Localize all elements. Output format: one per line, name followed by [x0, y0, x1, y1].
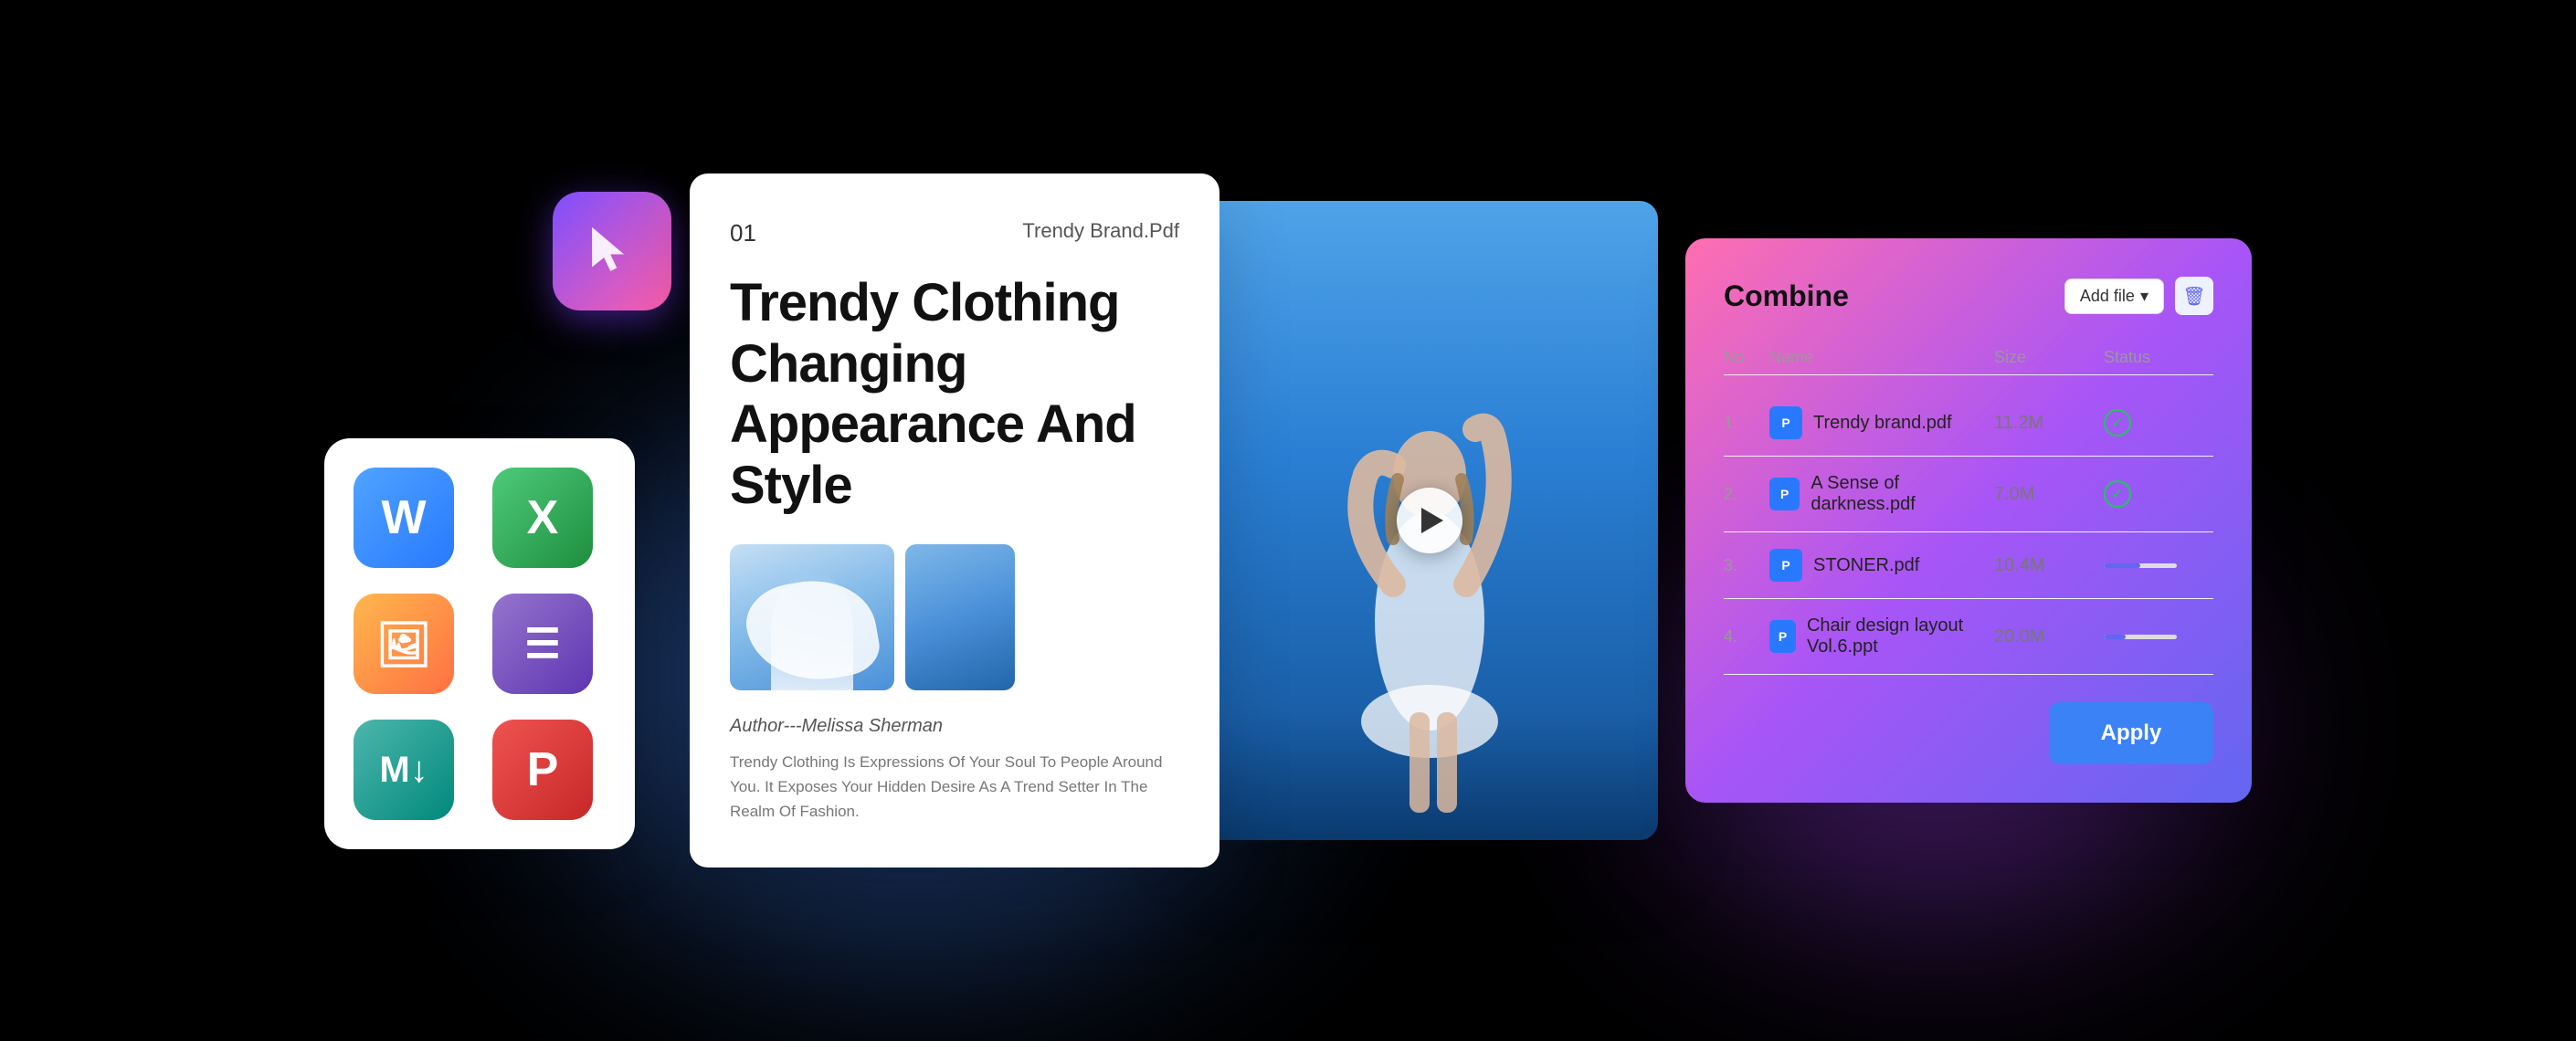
col-name: Name — [1769, 348, 1994, 367]
app-icon-excel[interactable]: X — [492, 468, 593, 568]
status-progress-3 — [2104, 563, 2177, 568]
status-progress-4 — [2104, 635, 2177, 639]
file-name-1: Trendy brand.pdf — [1813, 413, 1952, 434]
doc-header: 01 Trendy Brand.Pdf — [730, 219, 1179, 247]
document-panel: 01 Trendy Brand.Pdf Trendy Clothing Chan… — [690, 174, 1219, 868]
doc-title: Trendy Clothing Changing Appearance And … — [730, 273, 1179, 517]
doc-image-2 — [905, 544, 1015, 690]
chevron-down-icon: ▾ — [2140, 287, 2148, 306]
file-icon-2: P — [1769, 478, 1800, 510]
combine-header: Combine Add file ▾ 🗑 — [1724, 277, 2213, 315]
left-panel: W X 🖼 ☰ M↓ P — [324, 192, 708, 849]
woman-silhouette — [1274, 329, 1585, 840]
app-logo[interactable] — [553, 192, 671, 310]
table-row: 2. P A Sense of darkness.pdf 7.0M ✓ — [1724, 457, 2213, 532]
table-row: 3. P STONER.pdf 10.4M — [1724, 532, 2213, 599]
doc-images — [730, 544, 1179, 690]
file-name-3: STONER.pdf — [1813, 555, 1919, 576]
scene: W X 🖼 ☰ M↓ P 01 Trendy Brand.Pdf Trend — [100, 110, 2476, 931]
file-size-3: 10.4M — [1994, 555, 2104, 576]
combine-title: Combine — [1724, 279, 1849, 313]
file-icon-1: P — [1769, 406, 1802, 439]
file-icon-4: P — [1769, 620, 1796, 653]
table-header: No. Name Size Status — [1724, 341, 2213, 375]
file-info-1: P Trendy brand.pdf — [1769, 406, 1994, 439]
table-row: 1. P Trendy brand.pdf 11.2M ✓ — [1724, 390, 2213, 457]
col-no: No. — [1724, 348, 1769, 367]
file-name-4: Chair design layout Vol.6.ppt — [1807, 615, 1994, 657]
status-done-1: ✓ — [2104, 409, 2131, 436]
file-info-3: P STONER.pdf — [1769, 549, 1994, 582]
play-button[interactable] — [1397, 488, 1462, 553]
file-no-4: 4. — [1724, 627, 1769, 647]
app-icon-word[interactable]: W — [354, 468, 454, 568]
app-icon-md[interactable]: M↓ — [354, 720, 454, 820]
file-no-2: 2. — [1724, 485, 1769, 504]
apply-button[interactable]: Apply — [2049, 702, 2213, 764]
col-status: Status — [2104, 348, 2213, 367]
doc-author: Author---Melissa Sherman — [730, 716, 1179, 737]
doc-filename: Trendy Brand.Pdf — [1022, 219, 1179, 243]
app-icon-pdf[interactable]: P — [492, 720, 593, 820]
trash-icon: 🗑 — [2182, 285, 2205, 308]
file-size-2: 7.0M — [1994, 484, 2104, 505]
file-no-1: 1. — [1724, 414, 1769, 433]
app-icon-present[interactable]: ☰ — [492, 594, 593, 694]
video-panel — [1201, 201, 1658, 840]
add-file-button[interactable]: Add file ▾ — [2064, 279, 2164, 314]
status-done-2: ✓ — [2104, 480, 2131, 508]
combine-panel: Combine Add file ▾ 🗑 No. Name Size Statu… — [1685, 238, 2252, 803]
icon-grid-panel: W X 🖼 ☰ M↓ P — [324, 438, 635, 849]
file-icon-3: P — [1769, 549, 1802, 582]
doc-number: 01 — [730, 219, 756, 247]
file-size-4: 20.0M — [1994, 626, 2104, 647]
combine-actions: Add file ▾ 🗑 — [2064, 277, 2213, 315]
fabric-shape — [741, 570, 884, 689]
doc-body: Trendy Clothing Is Expressions Of Your S… — [730, 750, 1179, 825]
doc-image-1 — [730, 544, 894, 690]
app-icon-photo[interactable]: 🖼 — [354, 594, 454, 694]
col-size: Size — [1994, 348, 2104, 367]
trash-button[interactable]: 🗑 — [2175, 277, 2213, 315]
file-info-4: P Chair design layout Vol.6.ppt — [1769, 615, 1994, 657]
file-info-2: P A Sense of darkness.pdf — [1769, 473, 1994, 515]
file-size-1: 11.2M — [1994, 413, 2104, 434]
table-row: 4. P Chair design layout Vol.6.ppt 20.0M — [1724, 599, 2213, 675]
file-no-3: 3. — [1724, 556, 1769, 575]
file-name-2: A Sense of darkness.pdf — [1811, 473, 1994, 515]
